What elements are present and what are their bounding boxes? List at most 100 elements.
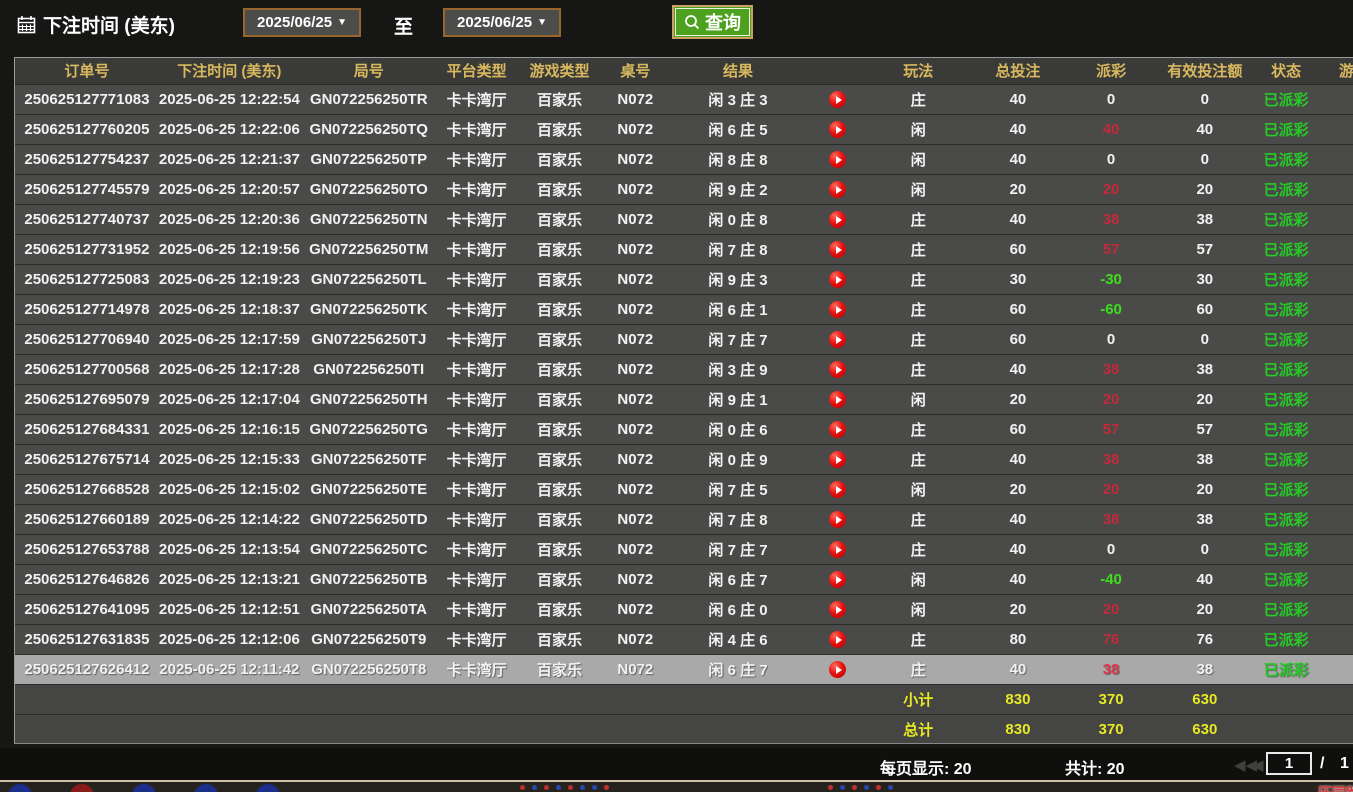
replay-play-icon[interactable] xyxy=(829,481,846,498)
replay-play-icon[interactable] xyxy=(829,631,846,648)
cell-gametype: 百家乐 xyxy=(516,264,604,294)
cell-result: 闲 8 庄 8 xyxy=(667,144,809,174)
table-row[interactable]: 2506251277542372025-06-25 12:21:37GN0722… xyxy=(15,144,1353,174)
table-row[interactable]: 2506251276410952025-06-25 12:12:51GN0722… xyxy=(15,594,1353,624)
cell-bet: 闲 xyxy=(867,474,971,504)
replay-play-icon[interactable] xyxy=(829,271,846,288)
cell-table: N072 xyxy=(603,564,667,594)
cell-table: N072 xyxy=(603,294,667,324)
cell-result: 闲 4 庄 6 xyxy=(667,624,809,654)
replay-play-icon[interactable] xyxy=(829,571,846,588)
cell-validbet: 38 xyxy=(1156,354,1253,384)
search-icon xyxy=(684,14,701,31)
cell-time: 2025-06-25 12:15:33 xyxy=(159,444,300,474)
table-row[interactable]: 2506251276318352025-06-25 12:12:06GN0722… xyxy=(15,624,1353,654)
table-row[interactable]: 2506251276685282025-06-25 12:15:02GN0722… xyxy=(15,474,1353,504)
replay-play-icon[interactable] xyxy=(829,181,846,198)
cell-replay xyxy=(809,504,867,534)
replay-play-icon[interactable] xyxy=(829,541,846,558)
cell-result: 闲 0 庄 9 xyxy=(667,444,809,474)
subtotal-label: 小计 xyxy=(867,684,971,714)
cell-game xyxy=(1319,504,1353,534)
cell-round: GN072256250TC xyxy=(300,534,438,564)
replay-play-icon[interactable] xyxy=(829,331,846,348)
replay-play-icon[interactable] xyxy=(829,301,846,318)
table-row[interactable]: 2506251277602052025-06-25 12:22:06GN0722… xyxy=(15,114,1353,144)
table-row[interactable]: 2506251276601892025-06-25 12:14:22GN0722… xyxy=(15,504,1353,534)
page-count: 1 xyxy=(1340,755,1349,773)
cell-table: N072 xyxy=(603,84,667,114)
cell-payout: 0 xyxy=(1066,534,1157,564)
cell-validbet: 38 xyxy=(1156,204,1253,234)
cell-replay xyxy=(809,294,867,324)
table-row[interactable]: 2506251276468262025-06-25 12:13:21GN0722… xyxy=(15,564,1353,594)
replay-play-icon[interactable] xyxy=(829,391,846,408)
cell-round: GN072256250TN xyxy=(300,204,438,234)
cell-round: GN072256250TI xyxy=(300,354,438,384)
page-number-input[interactable] xyxy=(1266,752,1312,775)
replay-play-icon[interactable] xyxy=(829,451,846,468)
cell-status: 已派彩 xyxy=(1253,384,1319,414)
table-row[interactable]: 2506251277710832025-06-25 12:22:54GN0722… xyxy=(15,84,1353,114)
table-row[interactable]: 2506251276757142025-06-25 12:15:33GN0722… xyxy=(15,444,1353,474)
table-row[interactable]: 2506251277407372025-06-25 12:20:36GN0722… xyxy=(15,204,1353,234)
cell-bet: 闲 xyxy=(867,384,971,414)
cell-game xyxy=(1319,264,1353,294)
replay-play-icon[interactable] xyxy=(829,601,846,618)
cell-result: 闲 7 庄 8 xyxy=(667,234,809,264)
cell-order: 250625127695079 xyxy=(15,384,159,414)
cell-totalbet: 40 xyxy=(970,114,1066,144)
table-row[interactable]: 2506251276537882025-06-25 12:13:54GN0722… xyxy=(15,534,1353,564)
col-result: 结果 xyxy=(667,58,809,84)
cell-replay xyxy=(809,474,867,504)
table-row[interactable]: 2506251277149782025-06-25 12:18:37GN0722… xyxy=(15,294,1353,324)
table-row[interactable]: 2506251277069402025-06-25 12:17:59GN0722… xyxy=(15,324,1353,354)
cell-totalbet: 60 xyxy=(970,414,1066,444)
cell-validbet: 60 xyxy=(1156,294,1253,324)
replay-play-icon[interactable] xyxy=(829,91,846,108)
cell-order: 250625127725083 xyxy=(15,264,159,294)
cell-status: 已派彩 xyxy=(1253,324,1319,354)
cell-time: 2025-06-25 12:15:02 xyxy=(159,474,300,504)
table-row[interactable]: 2506251276950792025-06-25 12:17:04GN0722… xyxy=(15,384,1353,414)
cell-platform: 卡卡湾厅 xyxy=(438,114,516,144)
to-label: 至 xyxy=(394,12,413,39)
table-row[interactable]: 2506251277455792025-06-25 12:20:57GN0722… xyxy=(15,174,1353,204)
date-to-select[interactable]: 2025/06/25 ▼ xyxy=(443,8,561,37)
cell-table: N072 xyxy=(603,624,667,654)
replay-play-icon[interactable] xyxy=(829,121,846,138)
cell-payout: 20 xyxy=(1066,174,1157,204)
cell-result: 闲 7 庄 8 xyxy=(667,504,809,534)
replay-play-icon[interactable] xyxy=(829,661,846,678)
grand-total-validbet: 630 xyxy=(1156,714,1253,744)
cell-totalbet: 40 xyxy=(970,144,1066,174)
replay-play-icon[interactable] xyxy=(829,421,846,438)
roadmap-dot xyxy=(568,785,573,790)
table-row[interactable]: 2506251276843312025-06-25 12:16:15GN0722… xyxy=(15,414,1353,444)
cell-order: 250625127714978 xyxy=(15,294,159,324)
replay-play-icon[interactable] xyxy=(829,151,846,168)
date-from-value: 2025/06/25 xyxy=(257,10,332,35)
date-from-select[interactable]: 2025/06/25 ▼ xyxy=(243,8,361,37)
cell-status: 已派彩 xyxy=(1253,114,1319,144)
search-button[interactable]: 查询 xyxy=(672,5,753,39)
cell-result: 闲 0 庄 6 xyxy=(667,414,809,444)
cell-game xyxy=(1319,84,1353,114)
cell-validbet: 40 xyxy=(1156,564,1253,594)
replay-play-icon[interactable] xyxy=(829,241,846,258)
replay-play-icon[interactable] xyxy=(829,511,846,528)
subtotal-payout: 370 xyxy=(1066,684,1157,714)
cell-payout: -30 xyxy=(1066,264,1157,294)
cell-payout: 38 xyxy=(1066,204,1157,234)
table-row[interactable]: 2506251277319522025-06-25 12:19:56GN0722… xyxy=(15,234,1353,264)
cell-table: N072 xyxy=(603,114,667,144)
table-row[interactable]: 2506251277005682025-06-25 12:17:28GN0722… xyxy=(15,354,1353,384)
cell-replay xyxy=(809,624,867,654)
cell-bet: 庄 xyxy=(867,414,971,444)
grand-total-label: 总计 xyxy=(867,714,971,744)
replay-play-icon[interactable] xyxy=(829,211,846,228)
replay-play-icon[interactable] xyxy=(829,361,846,378)
table-row[interactable]: 2506251276264122025-06-25 12:11:42GN0722… xyxy=(15,654,1353,684)
table-row[interactable]: 2506251277250832025-06-25 12:19:23GN0722… xyxy=(15,264,1353,294)
prev-page-icon[interactable]: ◀ xyxy=(1252,756,1264,774)
